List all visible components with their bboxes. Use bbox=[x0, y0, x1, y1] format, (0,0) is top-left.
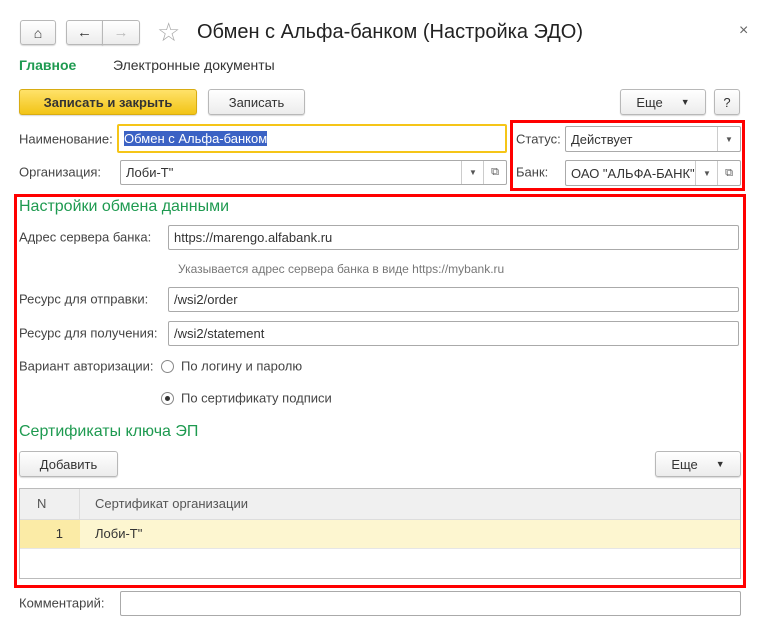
auth-cert-label[interactable]: По сертификату подписи bbox=[181, 391, 332, 406]
comment-label: Комментарий: bbox=[19, 595, 105, 611]
col-n[interactable]: N bbox=[20, 489, 80, 519]
row-n: 1 bbox=[20, 520, 80, 548]
bank-value: ОАО "АЛЬФА-БАНК" bbox=[571, 165, 695, 181]
open-icon[interactable]: ⧉ bbox=[483, 161, 506, 184]
arrow-right-icon: → bbox=[113, 24, 129, 41]
table-row[interactable]: 1 Лоби-Т" bbox=[20, 520, 740, 549]
status-select[interactable]: Действует ▼ bbox=[565, 126, 741, 152]
tab-edocs[interactable]: Электронные документы bbox=[113, 57, 275, 73]
auth-label: Вариант авторизации: bbox=[19, 358, 154, 374]
dropdown-icon[interactable]: ▼ bbox=[461, 161, 484, 184]
status-value: Действует bbox=[571, 131, 633, 147]
more-button[interactable]: Еще ▼ bbox=[620, 89, 706, 115]
window-title: Обмен с Альфа-банком (Настройка ЭДО) bbox=[197, 21, 583, 43]
bank-label: Банк: bbox=[516, 164, 549, 180]
certs-section-title: Сертификаты ключа ЭП bbox=[19, 423, 199, 440]
help-button[interactable]: ? bbox=[714, 89, 740, 115]
save-label: Записать bbox=[228, 94, 285, 110]
chevron-down-icon: ▼ bbox=[715, 459, 725, 469]
add-label: Добавить bbox=[39, 456, 98, 472]
send-value: /wsi2/order bbox=[174, 292, 238, 307]
open-icon[interactable]: ⧉ bbox=[717, 161, 740, 185]
exchange-section-title: Настройки обмена данными bbox=[19, 198, 230, 215]
arrow-left-icon: ← bbox=[77, 24, 92, 41]
send-input[interactable]: /wsi2/order bbox=[168, 287, 739, 312]
receive-value: /wsi2/statement bbox=[174, 326, 265, 341]
table-header: N Сертификат организации bbox=[20, 489, 740, 520]
tab-main[interactable]: Главное bbox=[19, 57, 76, 73]
row-cert: Лоби-Т" bbox=[95, 526, 143, 541]
name-label: Наименование: bbox=[19, 131, 113, 147]
receive-label: Ресурс для получения: bbox=[19, 325, 158, 341]
back-button[interactable]: ← bbox=[66, 20, 103, 45]
status-label: Статус: bbox=[516, 131, 561, 147]
more-label: Еще bbox=[636, 94, 663, 110]
receive-input[interactable]: /wsi2/statement bbox=[168, 321, 739, 346]
forward-button[interactable]: → bbox=[102, 20, 140, 45]
bank-select[interactable]: ОАО "АЛЬФА-БАНК" ▼ ⧉ bbox=[565, 160, 741, 186]
name-value: Обмен с Альфа-банком bbox=[124, 131, 268, 146]
org-value: Лоби-Т" bbox=[126, 165, 174, 180]
home-button[interactable]: ⌂ bbox=[20, 20, 56, 45]
comment-input[interactable] bbox=[120, 591, 741, 616]
auth-cert-radio[interactable] bbox=[161, 392, 174, 405]
send-label: Ресурс для отправки: bbox=[19, 291, 149, 307]
help-label: ? bbox=[723, 94, 731, 110]
auth-login-label[interactable]: По логину и паролю bbox=[181, 359, 302, 374]
certs-more-label: Еще bbox=[671, 456, 698, 472]
name-input[interactable]: Обмен с Альфа-банком bbox=[117, 124, 507, 153]
auth-login-radio[interactable] bbox=[161, 360, 174, 373]
home-icon: ⌂ bbox=[33, 24, 43, 41]
add-button[interactable]: Добавить bbox=[19, 451, 118, 477]
server-input[interactable]: https://marengo.alfabank.ru bbox=[168, 225, 739, 250]
org-label: Организация: bbox=[19, 164, 102, 180]
certs-table: N Сертификат организации 1 Лоби-Т" bbox=[19, 488, 741, 579]
save-close-button[interactable]: Записать и закрыть bbox=[19, 89, 197, 115]
chevron-down-icon: ▼ bbox=[680, 97, 690, 107]
server-hint: Указывается адрес сервера банка в виде h… bbox=[178, 262, 505, 276]
org-input[interactable]: Лоби-Т" ▼ ⧉ bbox=[120, 160, 507, 185]
server-value: https://marengo.alfabank.ru bbox=[174, 230, 333, 245]
close-icon[interactable]: × bbox=[739, 22, 748, 40]
star-icon[interactable]: ☆ bbox=[157, 17, 180, 48]
col-cert[interactable]: Сертификат организации bbox=[95, 489, 248, 519]
dropdown-icon[interactable]: ▼ bbox=[717, 127, 740, 151]
save-button[interactable]: Записать bbox=[208, 89, 305, 115]
certs-more-button[interactable]: Еще ▼ bbox=[655, 451, 741, 477]
dropdown-icon[interactable]: ▼ bbox=[695, 161, 718, 185]
server-label: Адрес сервера банка: bbox=[19, 229, 152, 245]
save-close-label: Записать и закрыть bbox=[43, 94, 173, 110]
